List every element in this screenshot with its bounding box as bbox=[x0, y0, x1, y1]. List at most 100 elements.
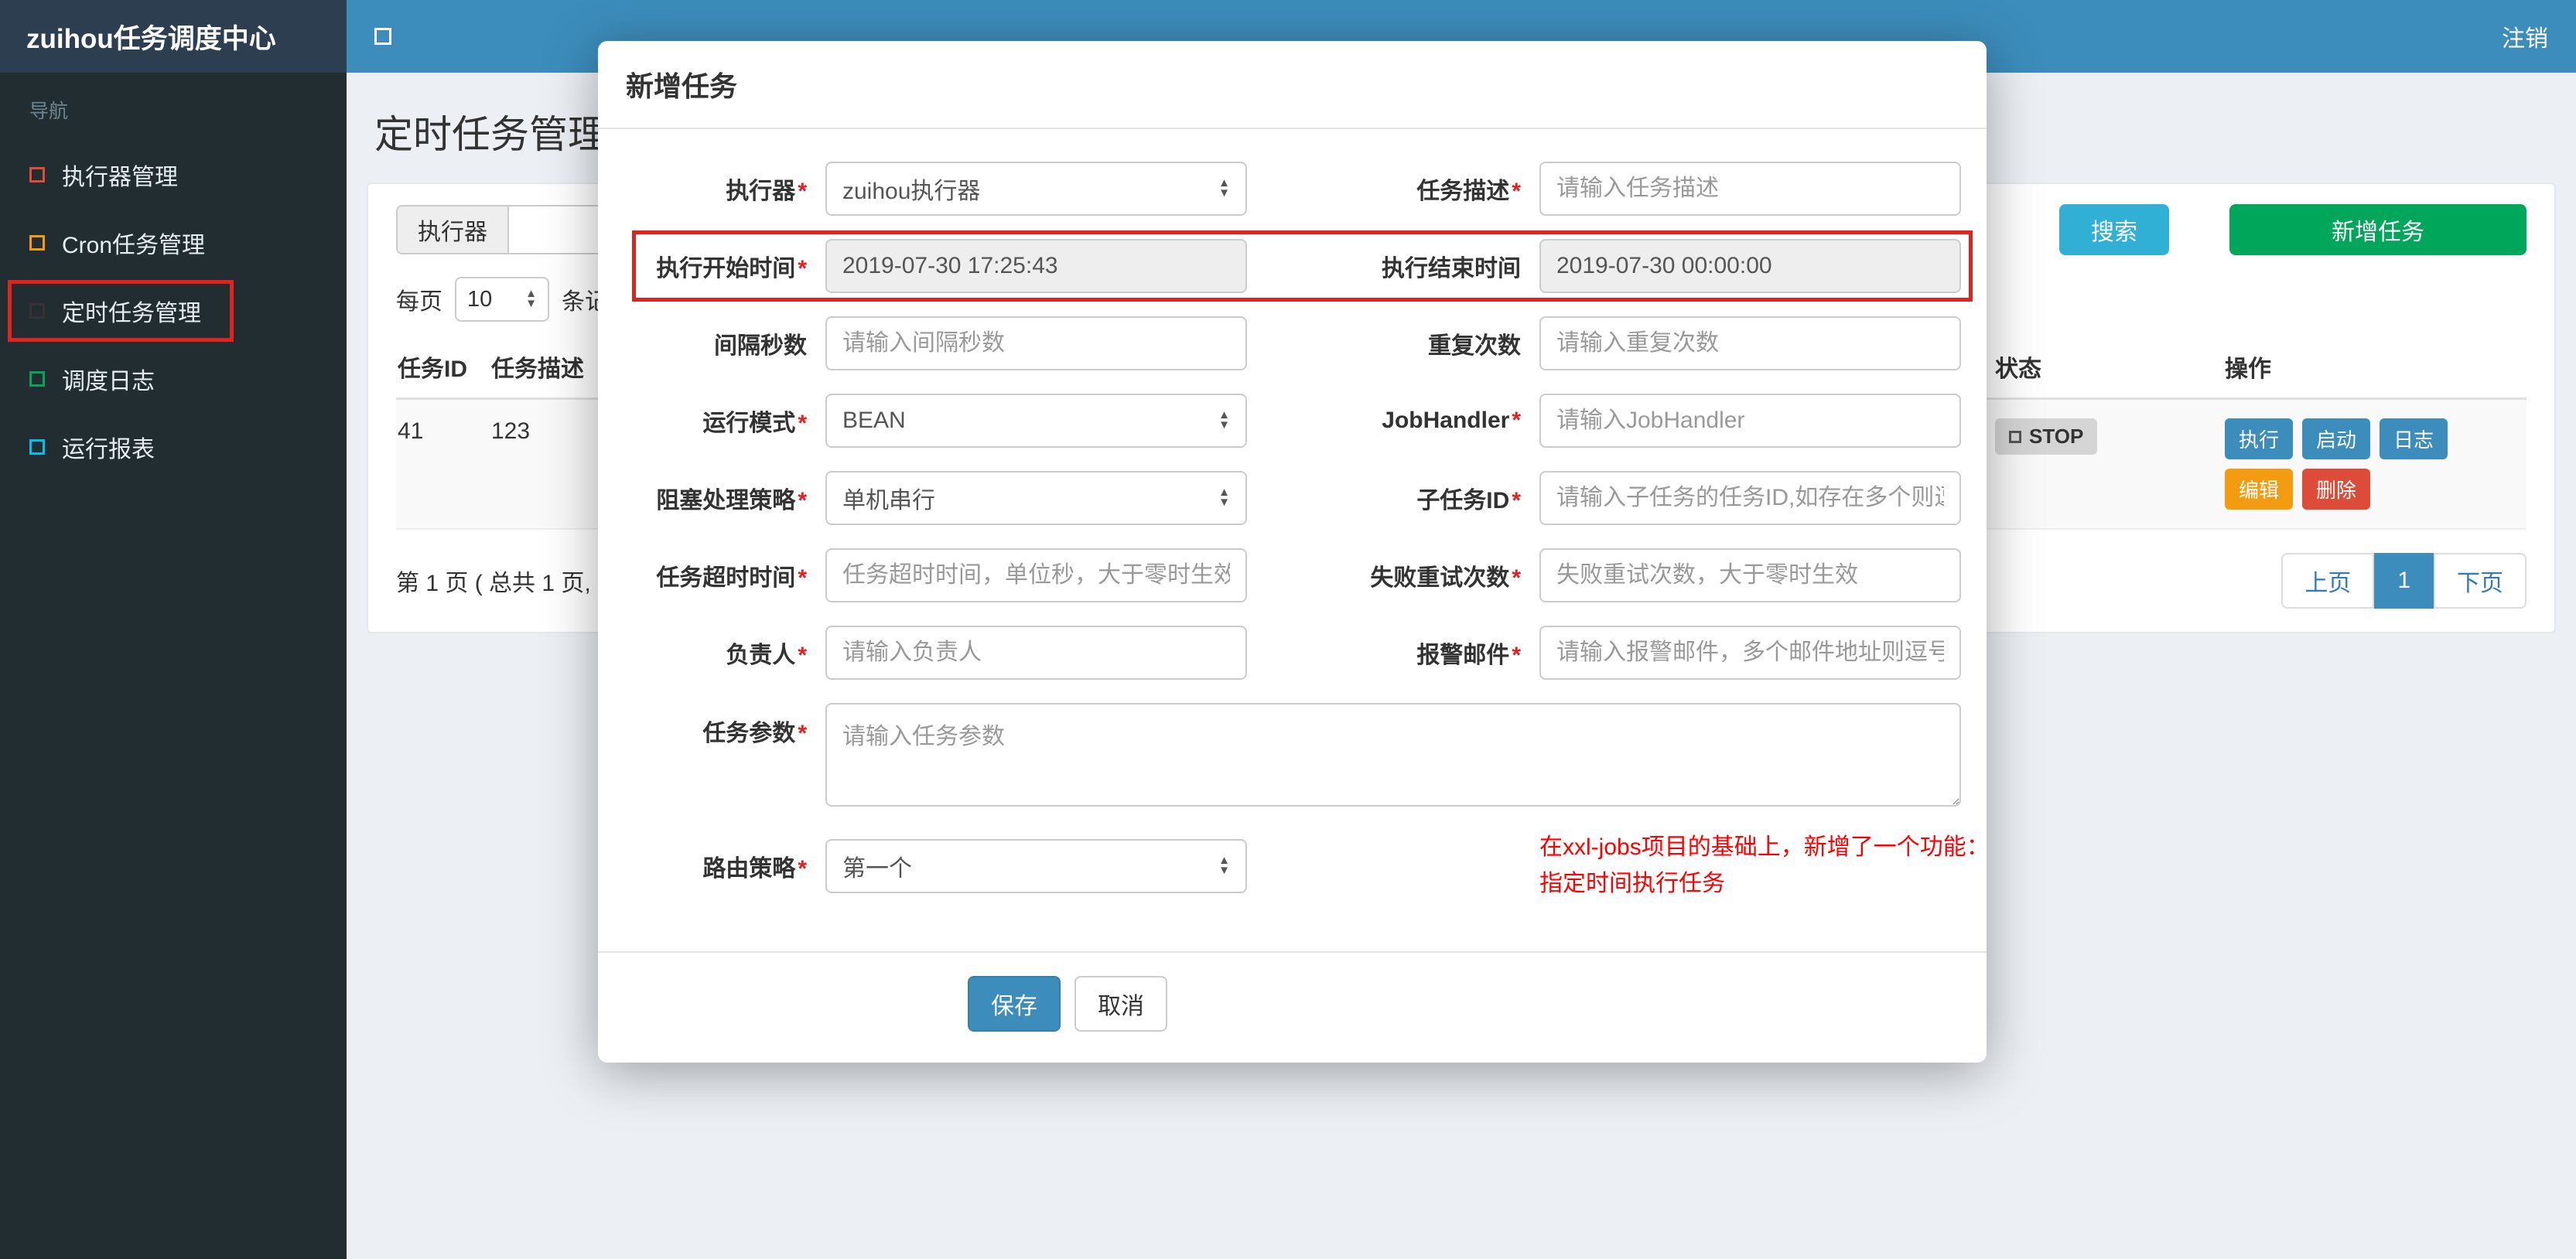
form-row: 间隔秒数 重复次数 bbox=[621, 316, 1963, 370]
select-arrows-icon: ▲ ▼ bbox=[1218, 408, 1230, 432]
run-mode-select[interactable]: BEAN ▲ ▼ bbox=[825, 394, 1247, 448]
sidebar-item-label: 调度日志 bbox=[62, 369, 155, 394]
delete-button[interactable]: 删除 bbox=[2302, 469, 2371, 510]
label-text: 运行模式 bbox=[702, 411, 796, 436]
retry-count-label: 失败重试次数 * bbox=[1258, 558, 1529, 592]
sidebar-toggle-icon[interactable] bbox=[374, 28, 391, 45]
retry-count-input[interactable] bbox=[1539, 548, 1961, 602]
sidebar-item-label: 定时任务管理 bbox=[62, 301, 201, 326]
square-icon bbox=[29, 235, 45, 251]
owner-label: 负责人 * bbox=[621, 636, 815, 670]
required-asterisk: * bbox=[798, 256, 807, 281]
cancel-button[interactable]: 取消 bbox=[1074, 976, 1167, 1032]
page-1-button[interactable]: 1 bbox=[2374, 553, 2434, 609]
app-brand: zuihou任务调度中心 bbox=[0, 0, 347, 73]
required-asterisk: * bbox=[1512, 643, 1521, 668]
prev-page-button[interactable]: 上页 bbox=[2281, 553, 2375, 609]
label-text: 执行结束时间 bbox=[1382, 256, 1521, 281]
search-button[interactable]: 搜索 bbox=[2059, 204, 2169, 255]
required-asterisk: * bbox=[798, 721, 807, 746]
select-value: BEAN bbox=[842, 408, 906, 433]
select-value: 第一个 bbox=[842, 855, 912, 882]
sidebar-header: 导航 bbox=[29, 101, 69, 122]
start-time-input[interactable] bbox=[825, 239, 1247, 293]
status-text: STOP bbox=[2029, 425, 2084, 448]
modal-body: 执行器* zuihou执行器 ▲▼ 任务描述* 执行开始时间* 执行结束时间 bbox=[598, 129, 1990, 930]
executor-label: 执行器 * bbox=[621, 172, 815, 206]
timeout-label: 任务超时时间 * bbox=[621, 558, 815, 592]
interval-input[interactable] bbox=[825, 316, 1247, 370]
sidebar-item-executor-manage[interactable]: 执行器管理 bbox=[0, 141, 347, 209]
block-strategy-select[interactable]: 单机串行 ▲ ▼ bbox=[825, 471, 1247, 525]
form-row: 负责人* 报警邮件* bbox=[621, 626, 1963, 680]
end-time-input[interactable] bbox=[1539, 239, 1961, 293]
form-row: 任务超时时间* 失败重试次数* bbox=[621, 548, 1963, 602]
start-button[interactable]: 启动 bbox=[2302, 418, 2371, 459]
label-text: 任务超时时间 bbox=[656, 565, 796, 591]
sidebar-item-timed-job-manage[interactable]: 定时任务管理 bbox=[0, 277, 347, 345]
select-arrows-icon: ▲ ▼ bbox=[1218, 853, 1230, 877]
square-icon bbox=[29, 167, 45, 183]
child-jobid-input[interactable] bbox=[1539, 471, 1961, 525]
child-jobid-label: 子任务ID * bbox=[1258, 481, 1529, 515]
executor-select[interactable]: zuihou执行器 ▲ ▼ bbox=[825, 162, 1247, 216]
label-text: 任务描述 bbox=[1416, 179, 1510, 204]
required-asterisk: * bbox=[1512, 408, 1521, 433]
save-button[interactable]: 保存 bbox=[968, 976, 1061, 1032]
required-asterisk: * bbox=[1512, 179, 1521, 204]
required-asterisk: * bbox=[798, 565, 807, 591]
logout-link[interactable]: 注销 bbox=[2502, 19, 2548, 53]
label-text: 执行开始时间 bbox=[656, 256, 796, 281]
required-asterisk: * bbox=[1512, 565, 1521, 591]
start-time-label: 执行开始时间 * bbox=[621, 249, 815, 283]
sidebar-item-label: Cron任务管理 bbox=[62, 233, 206, 258]
job-desc-input[interactable] bbox=[1539, 162, 1961, 216]
alarm-email-input[interactable] bbox=[1539, 626, 1961, 680]
timeout-input[interactable] bbox=[825, 548, 1247, 602]
required-asterisk: * bbox=[798, 411, 807, 436]
log-button[interactable]: 日志 bbox=[2380, 418, 2448, 459]
label-text: 负责人 bbox=[726, 643, 796, 668]
executor-filter-label: 执行器 bbox=[396, 205, 507, 254]
label-text: 重复次数 bbox=[1428, 333, 1521, 359]
run-button[interactable]: 执行 bbox=[2225, 418, 2294, 459]
interval-label: 间隔秒数 bbox=[621, 326, 815, 360]
add-job-button[interactable]: 新增任务 bbox=[2229, 204, 2526, 255]
alarm-email-label: 报警邮件 * bbox=[1258, 636, 1529, 670]
status-badge: STOP bbox=[1995, 418, 2098, 455]
edit-button[interactable]: 编辑 bbox=[2225, 469, 2294, 510]
run-mode-label: 运行模式 * bbox=[621, 404, 815, 438]
cell-job-id: 41 bbox=[398, 418, 424, 444]
jobhandler-input[interactable] bbox=[1539, 394, 1961, 448]
sidebar-item-cron-job-manage[interactable]: Cron任务管理 bbox=[0, 209, 347, 277]
form-row-route: 路由策略 * 第一个 ▲ ▼ 在xxl-jobs项目的基础上，新增了一个功能： 指定… bbox=[621, 830, 1989, 902]
required-asterisk: * bbox=[798, 179, 807, 204]
route-strategy-label: 路由策略 * bbox=[621, 849, 815, 883]
label-text: 路由策略 bbox=[702, 855, 796, 882]
label-text: 报警邮件 bbox=[1416, 643, 1510, 668]
modal-title: 新增任务 bbox=[626, 70, 738, 102]
label-text: 失败重试次数 bbox=[1370, 565, 1510, 591]
end-time-label: 执行结束时间 bbox=[1258, 249, 1529, 283]
sidebar-item-run-report[interactable]: 运行报表 bbox=[0, 413, 347, 481]
repeat-count-input[interactable] bbox=[1539, 316, 1961, 370]
job-param-textarea[interactable] bbox=[825, 703, 1961, 807]
square-icon bbox=[29, 303, 45, 319]
col-actions: 操作 bbox=[2225, 357, 2271, 382]
row-actions: 执行 启动 日志 编辑 删除 bbox=[2225, 418, 2465, 510]
sidebar-item-dispatch-log[interactable]: 调度日志 bbox=[0, 345, 347, 413]
sidebar-item-label: 运行报表 bbox=[62, 437, 155, 462]
sidebar: 导航 执行器管理 Cron任务管理 定时任务管理 调度日志 运行报表 bbox=[0, 73, 347, 1259]
per-page-select[interactable]: 10 ▲ ▼ bbox=[455, 277, 549, 322]
route-strategy-select[interactable]: 第一个 ▲ ▼ bbox=[825, 838, 1247, 893]
required-asterisk: * bbox=[798, 488, 807, 513]
form-row-job-param: 任务参数 * bbox=[621, 703, 1963, 807]
select-arrows-icon: ▲ ▼ bbox=[1218, 176, 1230, 200]
required-asterisk: * bbox=[798, 855, 807, 882]
label-text: 间隔秒数 bbox=[714, 333, 807, 359]
owner-input[interactable] bbox=[825, 626, 1247, 680]
next-page-button[interactable]: 下页 bbox=[2434, 553, 2526, 609]
modal-footer: 保存 取消 bbox=[598, 951, 1987, 1063]
label-text: 子任务ID bbox=[1416, 488, 1510, 513]
per-page-label: 每页 bbox=[396, 289, 442, 315]
